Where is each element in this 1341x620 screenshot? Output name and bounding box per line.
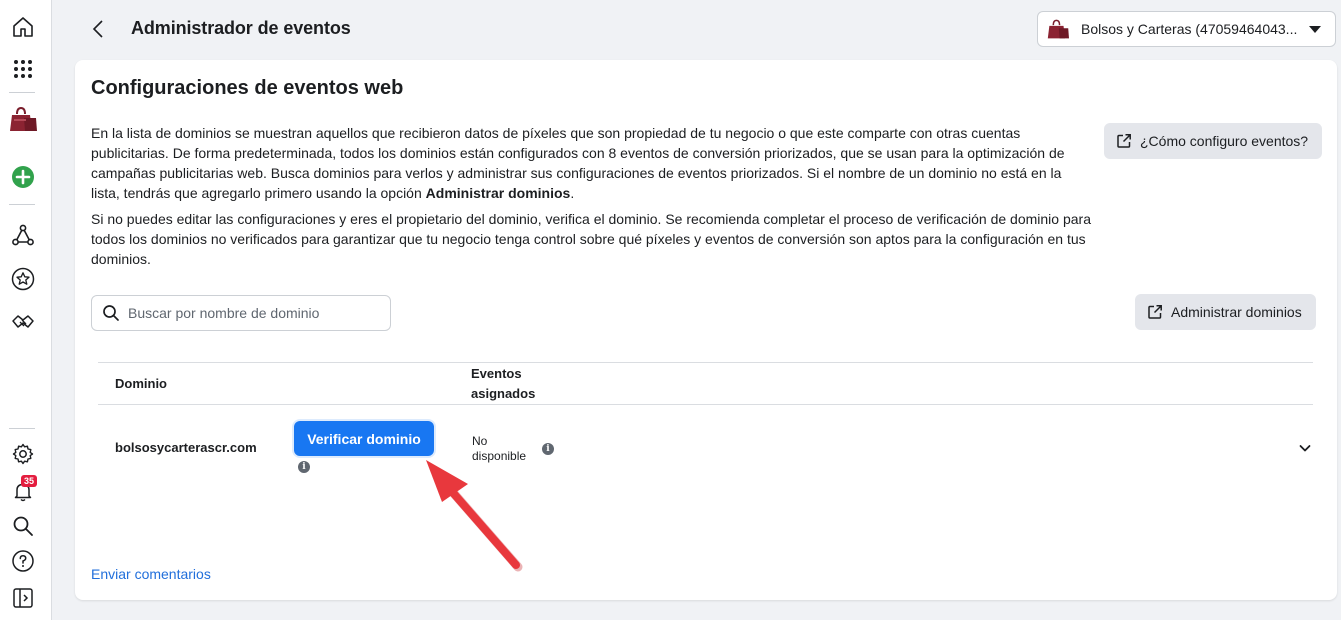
notification-count-badge: 35 (21, 475, 37, 487)
verify-domain-button[interactable]: Verificar dominio (294, 421, 434, 456)
account-avatar-icon (1047, 19, 1069, 39)
card-title: Configuraciones de eventos web (91, 77, 404, 99)
back-button[interactable] (86, 16, 110, 42)
external-link-icon (1148, 305, 1162, 319)
page-title: Administrador de eventos (131, 18, 351, 38)
assigned-events-cell: No disponible (472, 434, 527, 463)
left-rail: 35 (0, 0, 52, 620)
how-to-configure-events-button[interactable]: ¿Cómo configuro eventos? (1104, 123, 1323, 159)
search-icon[interactable] (10, 513, 36, 539)
manage-domains-label: Administrar dominios (1171, 304, 1302, 320)
table-divider (98, 404, 1313, 405)
dropdown-caret-icon (1309, 26, 1321, 33)
rail-divider (9, 428, 35, 429)
description-paragraph-2: Si no puedes editar las configuraciones … (91, 211, 1091, 267)
help-button-label: ¿Cómo configuro eventos? (1140, 133, 1309, 149)
account-avatar[interactable] (8, 104, 38, 134)
external-link-icon (1117, 134, 1131, 148)
help-question-icon[interactable] (10, 548, 36, 574)
network-nodes-icon[interactable] (10, 222, 36, 248)
settings-gear-icon[interactable] (10, 441, 36, 467)
table-divider (98, 362, 1313, 363)
column-header-assigned-events: Eventos asignados (471, 366, 536, 401)
create-add-icon[interactable] (10, 164, 36, 190)
handshake-icon[interactable] (10, 309, 36, 335)
description-text-end: . (570, 185, 575, 201)
description-text: En la lista de dominios se muestran aque… (91, 125, 1065, 201)
description: En la lista de dominios se muestran aque… (91, 123, 1091, 275)
events-info-icon[interactable]: i (542, 443, 554, 455)
rail-divider (9, 204, 35, 205)
expand-row-chevron-icon[interactable] (1297, 440, 1313, 456)
web-event-configurations-card: Configuraciones de eventos web En la lis… (75, 60, 1337, 600)
domain-search-input[interactable] (128, 305, 378, 321)
home-icon[interactable] (10, 14, 36, 40)
domain-name-cell: bolsosycarterascr.com (115, 440, 257, 455)
column-header-domain: Dominio (115, 376, 167, 391)
manage-domains-button[interactable]: Administrar dominios (1135, 294, 1316, 330)
sidebar-toggle-icon[interactable] (10, 585, 36, 611)
rail-divider (9, 92, 35, 93)
star-circle-icon[interactable] (10, 266, 36, 292)
search-icon (103, 305, 119, 321)
chevron-left-icon (92, 20, 103, 38)
description-paragraph-1: En la lista de dominios se muestran aque… (91, 123, 1091, 203)
ad-account-selector[interactable]: Bolsos y Carteras (47059464043... (1037, 11, 1336, 47)
account-name: Bolsos y Carteras (47059464043... (1081, 21, 1298, 37)
apps-grid-icon[interactable] (10, 56, 36, 82)
send-feedback-link[interactable]: Enviar comentarios (91, 566, 211, 582)
description-bold-text: Administrar dominios (425, 185, 571, 201)
domain-search-box[interactable] (91, 295, 391, 331)
verify-info-icon[interactable]: i (298, 461, 310, 473)
